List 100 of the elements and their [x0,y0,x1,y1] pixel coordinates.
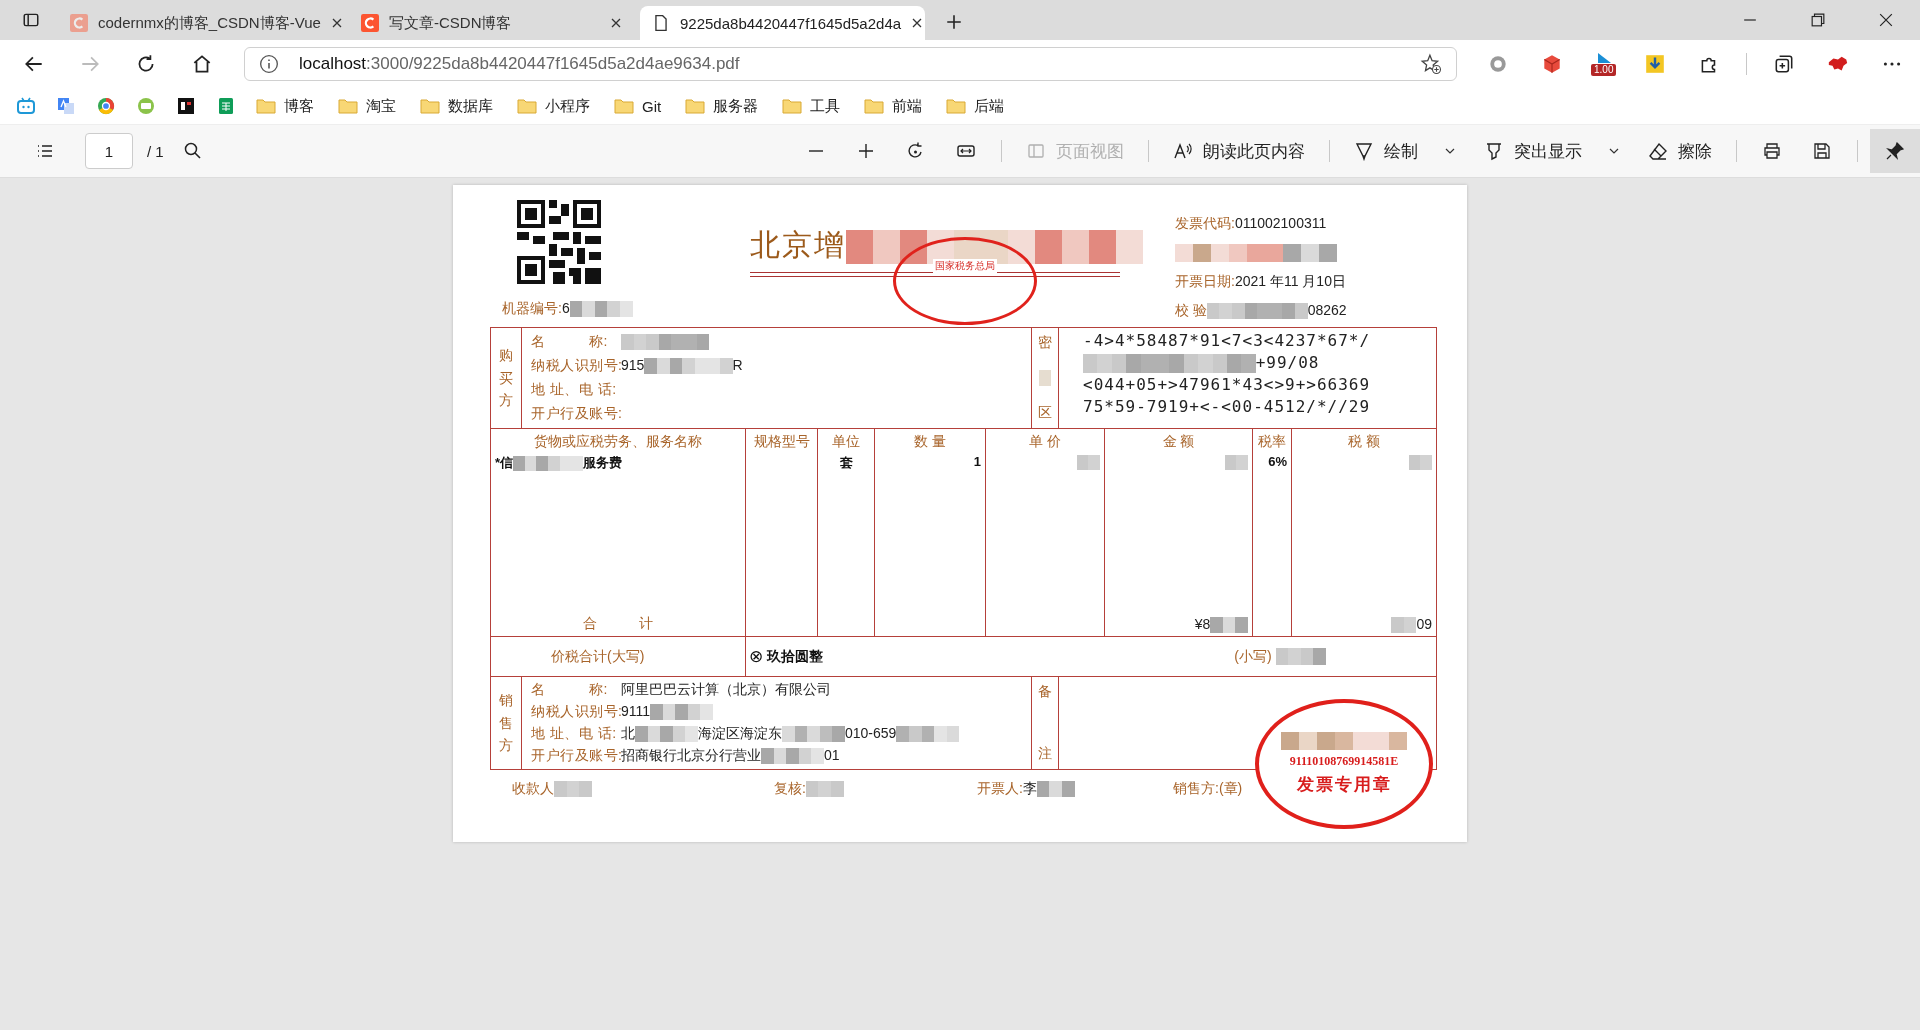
machine-number-label: 机器编号: [502,300,562,316]
bookmark-folder[interactable]: 前端 [864,94,923,118]
signature-label: 销售方:(章) [1173,780,1243,796]
info-icon [259,54,279,74]
field-value: 915 [621,357,645,373]
spreadsheet-icon[interactable] [216,96,236,116]
total-amount: ¥8 [1194,615,1211,632]
browser-tab[interactable]: 9225da8b4420447f1645d5a2d4a [640,6,925,40]
folder-icon [946,98,967,114]
field-label: 纳税人识别号: [531,703,621,721]
browser-tab[interactable]: 写文章-CSDN博客 [349,6,634,40]
pixelated-redaction [805,781,844,798]
pin-toolbar-button[interactable] [1870,129,1920,173]
pixelated-redaction [569,301,633,318]
pixelated-redaction [513,456,584,472]
pixelated-redaction [1275,648,1326,665]
lowercase-label: (小写) [1234,647,1272,666]
cipher-text: +99/08 [1255,353,1320,372]
save-icon[interactable] [1812,141,1832,161]
close-icon[interactable] [911,17,924,29]
field-label: 地 址、电 话: [531,725,618,743]
bookmark-folder[interactable]: 数据库 [420,94,493,118]
field-value: 9111 [621,703,651,719]
eraser-icon [1648,141,1668,161]
tv-icon[interactable] [16,96,36,116]
bookmark-folder[interactable]: 小程序 [517,94,590,118]
home-icon[interactable] [191,53,213,75]
folder-icon [338,98,358,114]
circle-icon[interactable] [1487,53,1509,75]
total-in-words-label: 价税合计(大写) [491,637,746,676]
ring-logo-icon[interactable] [96,96,116,116]
print-icon[interactable] [1762,141,1782,161]
spec-header: 规格型号 [752,432,811,451]
toolbar-button[interactable]: 绘制 [1340,135,1470,167]
check-code: 08262 [1307,302,1347,318]
pen-icon [1354,141,1374,161]
item-value: 服务费 [583,455,623,470]
pixelated-redaction [761,748,824,765]
add-favorite-icon[interactable] [1420,53,1442,75]
buyer-label: 购买方 [491,328,522,428]
close-icon[interactable] [610,17,622,29]
pixelated-redaction [635,726,698,743]
search-icon[interactable] [182,141,203,161]
folder-icon [864,98,885,114]
seller-stamp: 91110108769914581E 发票专用章 [1255,699,1433,829]
browser-tab[interactable]: codernmx的博客_CSDN博客-Vue [58,6,343,40]
tax-header: 税 额 [1347,432,1381,451]
bookmark-folder[interactable]: 后端 [946,94,1005,118]
folder-icon [614,98,634,114]
signature-label: 开票人: [977,780,1023,796]
signature-label: 收款人 [512,780,554,796]
new-tab-icon[interactable] [945,13,963,31]
machine-number: 6 [561,300,570,316]
pixelated-redaction [1210,616,1248,633]
bookmark-folder[interactable]: 淘宝 [338,94,396,118]
cipher-text: -4>4*58487*91<7<3<4237*67*/ [1083,331,1371,350]
invoice-code: 011002100311 [1234,215,1327,231]
qr-code-icon [517,200,601,284]
cipher-label: 区 [1038,404,1052,422]
total-in-words: 玖拾圆整 [767,647,824,666]
field-value: 阿里巴巴云计算（北京）有限公司 [621,681,831,697]
tax-rate-header: 税率 [1257,432,1287,451]
folder-icon [420,98,440,114]
download-icon[interactable] [1644,53,1667,75]
pixelated-redaction [896,726,960,743]
cipher-text: 75*59-7919+<-<00-4512/*//29 [1083,397,1371,416]
cross-symbol: ⊗ [749,646,764,667]
unit-header: 单位 [831,432,861,451]
page-number-field[interactable]: 1 [85,133,133,169]
field-value: 招商银行北京分行营业 [621,747,761,763]
folder-icon [256,98,276,114]
tax-bureau-stamp: 国家税务总局 [893,237,1037,325]
pixelated-redaction [1036,781,1075,798]
translate-icon[interactable] [56,96,76,116]
amount-header: 金 额 [1161,432,1196,451]
address-field[interactable]: localhost:3000/9225da8b4420447f1645d5a2d4ae9634.pdf [244,47,1457,81]
signature-label: 复核: [774,780,806,796]
cube-icon[interactable] [1541,53,1563,75]
pin-icon [1885,141,1905,161]
item-value: 1 [973,454,981,469]
bookmark-folder[interactable]: 博客 [256,94,314,118]
cipher-label: 密 [1038,334,1052,352]
tab-actions-icon[interactable] [22,11,40,29]
toolbar-button[interactable]: 擦除 [1634,135,1726,167]
bookmark-folder[interactable]: 工具 [782,94,841,118]
item-value: 6% [1268,454,1287,469]
pixelated-redaction [554,781,592,798]
dark-square-icon[interactable] [176,96,196,116]
field-label: 名 称: [531,333,609,351]
toolbar-button[interactable]: 突出显示 [1470,135,1634,167]
zoom-in-icon[interactable] [856,141,876,161]
close-icon[interactable] [330,17,343,29]
folder-icon [517,98,537,114]
page-count: / 1 [147,142,164,160]
bookmark-folder[interactable]: Git [614,95,662,117]
cipher-text: <044+05+>47961*43<>9+>66369 [1083,375,1371,394]
field-label: 纳税人识别号: [531,357,621,375]
toolbar-button[interactable]: 朗读此页内容 [1159,135,1319,167]
bookmark-folder[interactable]: 服务器 [685,94,759,118]
goods-name-header: 货物或应税劳务、服务名称 [533,432,703,451]
